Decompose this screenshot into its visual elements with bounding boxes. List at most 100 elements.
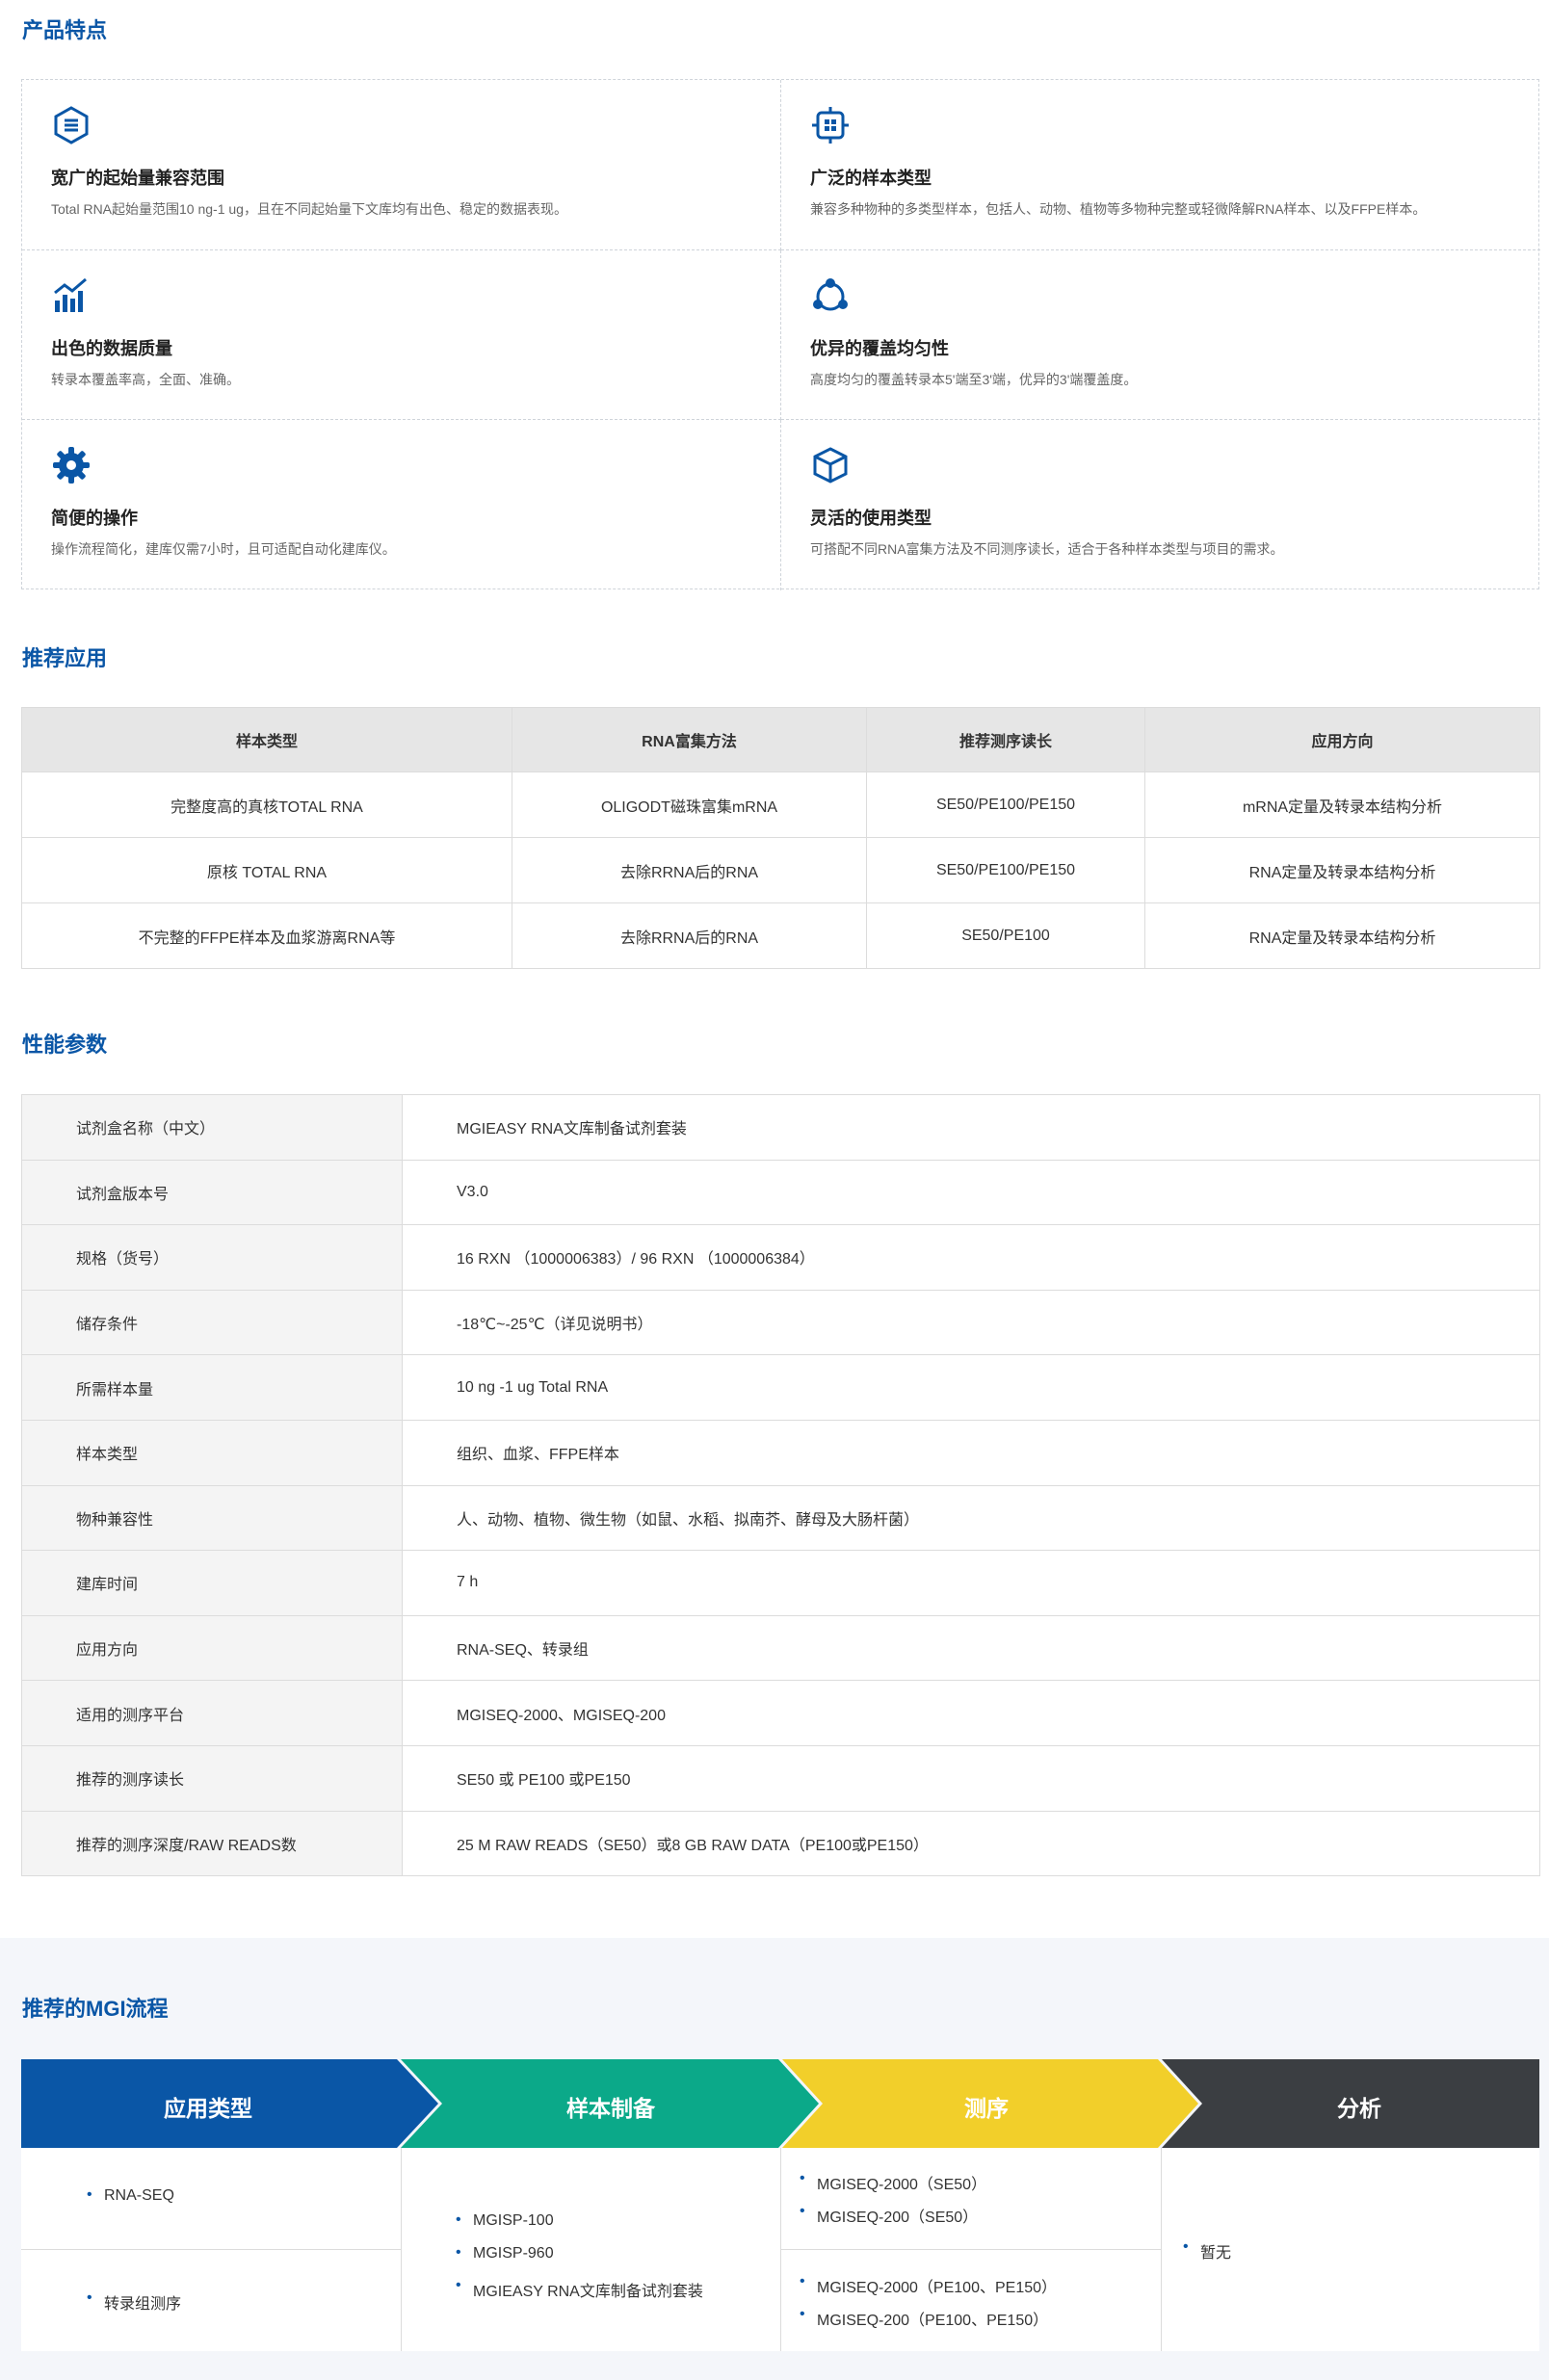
feature-card: 灵活的使用类型 可搭配不同RNA富集方法及不同测序读长，适合于各种样本类型与项目… xyxy=(781,420,1540,590)
param-key: 储存条件 xyxy=(21,1289,403,1356)
table-row: 不完整的FFPE样本及血浆游离RNA等 去除RRNA后的RNA SE50/PE1… xyxy=(21,902,1540,969)
table-row: 完整度高的真核TOTAL RNA OLIGODT磁珠富集mRNA SE50/PE… xyxy=(21,772,1540,838)
feature-card: 广泛的样本类型 兼容多种物种的多类型样本，包括人、动物、植物等多物种完整或轻微降… xyxy=(781,80,1540,250)
list-item: MGISEQ-200（PE100、PE150） xyxy=(800,2306,1048,2330)
table-header-cell: RNA富集方法 xyxy=(512,707,867,772)
table-row: 建库时间 7 h xyxy=(21,1550,1540,1616)
feature-desc: 可搭配不同RNA富集方法及不同测序读长，适合于各种样本类型与项目的需求。 xyxy=(810,541,1284,557)
list-item: MGISP-100 xyxy=(456,2211,554,2230)
param-key: 建库时间 xyxy=(21,1550,403,1616)
param-value: 16 RXN （1000006383）/ 96 RXN （1000006384） xyxy=(402,1224,1540,1291)
param-key: 规格（货号） xyxy=(21,1224,403,1291)
table-cell: SE50/PE100/PE150 xyxy=(866,837,1145,903)
apps-section-title: 推荐应用 xyxy=(22,646,108,670)
param-key: 样本类型 xyxy=(21,1419,403,1486)
table-cell: SE50/PE100/PE150 xyxy=(866,772,1145,838)
table-row: 样本类型 组织、血浆、FFPE样本 xyxy=(21,1419,1540,1486)
features-section-title: 产品特点 xyxy=(22,18,108,42)
workflow-section-title: 推荐的MGI流程 xyxy=(22,1997,169,2021)
list-item: MGISP-960 xyxy=(456,2244,554,2262)
table-row: 储存条件 -18℃~-25℃（详见说明书） xyxy=(21,1289,1540,1356)
feature-desc: 兼容多种物种的多类型样本，包括人、动物、植物等多物种完整或轻微降解RNA样本、以… xyxy=(810,201,1427,217)
table-cell: SE50/PE100 xyxy=(866,902,1145,969)
workflow-step-label: 测序 xyxy=(964,2096,1009,2121)
workflow-col-seq: MGISEQ-2000（SE50） MGISEQ-200（SE50） MGISE… xyxy=(781,2148,1162,2351)
table-cell: mRNA定量及转录本结构分析 xyxy=(1144,772,1540,838)
param-value: RNA-SEQ、转录组 xyxy=(402,1614,1540,1682)
workflow-step-label: 应用类型 xyxy=(164,2096,252,2121)
features-grid: 宽广的起始量兼容范围 Total RNA起始量范围10 ng-1 ug，且在不同… xyxy=(21,79,1540,590)
workflow-step-label: 分析 xyxy=(1337,2096,1381,2121)
bar-chart-icon xyxy=(54,277,87,312)
param-key: 应用方向 xyxy=(21,1614,403,1682)
param-key: 试剂盒名称（中文） xyxy=(21,1094,403,1161)
workflow-col-app: RNA-SEQ 转录组测序 xyxy=(21,2148,402,2351)
table-cell: 不完整的FFPE样本及血浆游离RNA等 xyxy=(21,902,512,969)
param-key: 所需样本量 xyxy=(21,1354,403,1421)
workflow-col-prep: MGISP-100 MGISP-960 MGIEASY RNA文库制备试剂套装 xyxy=(402,2148,781,2351)
param-value: -18℃~-25℃（详见说明书） xyxy=(402,1289,1540,1356)
param-key: 试剂盒版本号 xyxy=(21,1159,403,1226)
param-key: 适用的测序平台 xyxy=(21,1680,403,1746)
list-item: 转录组测序 xyxy=(87,2289,181,2314)
workflow-cell: MGISEQ-2000（PE100、PE150） MGISEQ-200（PE10… xyxy=(781,2250,1161,2351)
feature-title: 广泛的样本类型 xyxy=(810,169,932,188)
feature-title: 宽广的起始量兼容范围 xyxy=(51,169,224,188)
table-cell: OLIGODT磁珠富集mRNA xyxy=(512,772,867,838)
application-table: 样本类型 RNA富集方法 推荐测序读长 应用方向 完整度高的真核TOTAL RN… xyxy=(21,707,1540,969)
s-logo-icon xyxy=(54,106,89,144)
table-cell: RNA定量及转录本结构分析 xyxy=(1144,902,1540,969)
gear-icon xyxy=(53,447,90,484)
grid-network-icon xyxy=(812,107,849,144)
workflow-col-analysis: 暂无 xyxy=(1162,2148,1539,2351)
param-key: 推荐的测序深度/RAW READS数 xyxy=(21,1810,403,1877)
list-item: MGIEASY RNA文库制备试剂套装 xyxy=(456,2277,703,2301)
table-header-cell: 样本类型 xyxy=(21,707,512,772)
feature-title: 简便的操作 xyxy=(51,509,138,528)
param-value: V3.0 xyxy=(402,1159,1540,1226)
list-item: MGISEQ-2000（PE100、PE150） xyxy=(800,2273,1057,2297)
feature-card: 宽广的起始量兼容范围 Total RNA起始量范围10 ng-1 ug，且在不同… xyxy=(22,80,781,250)
list-item: MGISEQ-2000（SE50） xyxy=(800,2170,986,2194)
table-row: 推荐的测序深度/RAW READS数 25 M RAW READS（SE50）或8… xyxy=(21,1810,1540,1877)
list-item: RNA-SEQ xyxy=(87,2186,174,2205)
table-cell: 原核 TOTAL RNA xyxy=(21,837,512,903)
param-key: 推荐的测序读长 xyxy=(21,1744,403,1812)
feature-title: 优异的覆盖均匀性 xyxy=(810,339,949,358)
param-value: 25 M RAW READS（SE50）或8 GB RAW DATA（PE100… xyxy=(402,1810,1540,1877)
table-row: 试剂盒名称（中文） MGIEASY RNA文库制备试剂套装 xyxy=(21,1094,1540,1161)
table-cell: 完整度高的真核TOTAL RNA xyxy=(21,772,512,838)
cycle-nodes-icon xyxy=(813,278,848,311)
table-row: 适用的测序平台 MGISEQ-2000、MGISEQ-200 xyxy=(21,1680,1540,1746)
feature-card: 出色的数据质量 转录本覆盖率高，全面、准确。 xyxy=(22,250,781,420)
performance-table: 试剂盒名称（中文） MGIEASY RNA文库制备试剂套装 试剂盒版本号 V3.0 … xyxy=(21,1094,1540,1877)
workflow-cell: MGISEQ-2000（SE50） MGISEQ-200（SE50） xyxy=(781,2148,1161,2250)
feature-title: 灵活的使用类型 xyxy=(810,509,932,528)
feature-card: 简便的操作 操作流程简化，建库仅需7小时，且可适配自动化建库仪。 xyxy=(22,420,781,590)
table-row: 试剂盒版本号 V3.0 xyxy=(21,1159,1540,1226)
table-cell: RNA定量及转录本结构分析 xyxy=(1144,837,1540,903)
feature-desc: Total RNA起始量范围10 ng-1 ug，且在不同起始量下文库均有出色、… xyxy=(51,201,567,217)
table-cell: 去除RRNA后的RNA xyxy=(512,902,867,969)
workflow-cell: RNA-SEQ xyxy=(21,2148,401,2250)
table-header-cell: 应用方向 xyxy=(1144,707,1540,772)
param-value: 7 h xyxy=(402,1550,1540,1616)
table-header-cell: 推荐测序读长 xyxy=(866,707,1145,772)
table-row: 规格（货号） 16 RXN （1000006383）/ 96 RXN （10000… xyxy=(21,1224,1540,1291)
param-value: MGIEASY RNA文库制备试剂套装 xyxy=(402,1094,1540,1161)
feature-title: 出色的数据质量 xyxy=(51,339,172,358)
feature-desc: 转录本覆盖率高，全面、准确。 xyxy=(51,372,240,387)
param-value: 人、动物、植物、微生物（如鼠、水稻、拟南芥、酵母及大肠杆菌） xyxy=(402,1484,1540,1552)
table-row: 原核 TOTAL RNA 去除RRNA后的RNA SE50/PE100/PE15… xyxy=(21,837,1540,903)
feature-desc: 操作流程简化，建库仅需7小时，且可适配自动化建库仪。 xyxy=(51,541,396,557)
list-item: 暂无 xyxy=(1183,2238,1231,2262)
cube-icon xyxy=(813,447,848,484)
table-row: 推荐的测序读长 SE50 或 PE100 或PE150 xyxy=(21,1744,1540,1812)
list-item: MGISEQ-200（SE50） xyxy=(800,2203,978,2227)
workflow-cell: 转录组测序 xyxy=(21,2250,401,2351)
table-cell: 去除RRNA后的RNA xyxy=(512,837,867,903)
param-key: 物种兼容性 xyxy=(21,1484,403,1552)
param-value: SE50 或 PE100 或PE150 xyxy=(402,1744,1540,1812)
perf-section-title: 性能参数 xyxy=(22,1033,108,1057)
table-row: 应用方向 RNA-SEQ、转录组 xyxy=(21,1614,1540,1682)
